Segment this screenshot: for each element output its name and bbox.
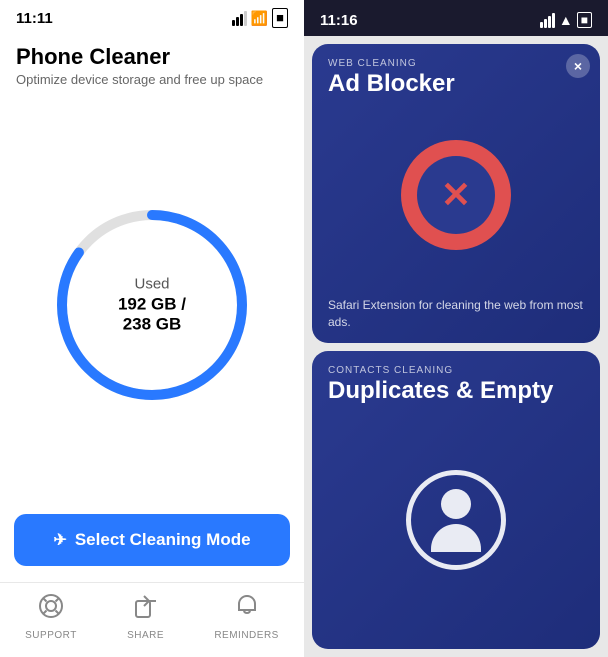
- ad-blocker-card[interactable]: × WEB CLEANING Ad Blocker ✕ Safari Exten…: [312, 44, 600, 343]
- ad-blocker-outer-ring: ✕: [401, 140, 511, 250]
- wifi-icon: 📶: [251, 10, 268, 27]
- ad-blocker-inner-ring: ✕: [417, 156, 495, 234]
- duplicates-title: Duplicates & Empty: [328, 378, 584, 404]
- storage-circle: Used 192 GB / 238 GB: [52, 205, 252, 405]
- wifi-icon-right: ▲: [559, 12, 573, 28]
- storage-values: 192 GB / 238 GB: [102, 294, 202, 334]
- battery-icon: ■: [272, 8, 288, 28]
- nav-item-reminders[interactable]: REMINDERS: [214, 593, 279, 641]
- signal-icon-right: [540, 13, 555, 28]
- battery-icon-right: ■: [577, 12, 592, 28]
- contact-head: [441, 489, 471, 519]
- cards-container: × WEB CLEANING Ad Blocker ✕ Safari Exten…: [304, 36, 608, 657]
- circle-text: Used 192 GB / 238 GB: [102, 275, 202, 334]
- status-time-right: 11:16: [320, 12, 358, 29]
- bottom-nav: SUPPORT SHARE REMINDERS: [0, 582, 304, 657]
- ad-blocker-category: WEB CLEANING: [328, 58, 584, 69]
- left-panel: 11:11 📶 ■ Phone Cleaner Optimize device …: [0, 0, 304, 657]
- storage-circle-container: Used 192 GB / 238 GB: [0, 95, 304, 514]
- reminders-label: REMINDERS: [214, 630, 279, 641]
- select-cleaning-mode-button[interactable]: ✈ Select Cleaning Mode: [14, 514, 290, 566]
- status-icons-left: 📶 ■: [232, 8, 288, 28]
- nav-item-support[interactable]: SUPPORT: [25, 593, 77, 641]
- contact-icon-wrapper: [406, 470, 506, 570]
- reminders-icon: [234, 593, 260, 626]
- duplicates-category: CONTACTS CLEANING: [328, 365, 584, 376]
- status-time-left: 11:11: [16, 10, 53, 27]
- ad-blocker-x-icon: ✕: [441, 177, 471, 213]
- duplicates-card[interactable]: CONTACTS CLEANING Duplicates & Empty: [312, 351, 600, 650]
- signal-icon: [232, 11, 247, 26]
- support-icon: [38, 593, 64, 626]
- support-label: SUPPORT: [25, 630, 77, 641]
- select-btn-label: Select Cleaning Mode: [75, 530, 251, 550]
- duplicates-icon-area: [328, 404, 584, 637]
- ad-blocker-description: Safari Extension for cleaning the web fr…: [328, 297, 584, 331]
- app-title: Phone Cleaner: [16, 44, 288, 70]
- ad-blocker-title: Ad Blocker: [328, 71, 584, 97]
- contact-body: [431, 524, 481, 552]
- close-button[interactable]: ×: [566, 54, 590, 78]
- share-label: SHARE: [127, 630, 164, 641]
- used-label: Used: [102, 275, 202, 292]
- select-btn-icon: ✈: [53, 530, 66, 550]
- nav-item-share[interactable]: SHARE: [127, 593, 164, 641]
- contact-person-icon: [431, 489, 481, 552]
- duplicates-card-content: CONTACTS CLEANING Duplicates & Empty: [312, 351, 600, 650]
- app-subtitle: Optimize device storage and free up spac…: [16, 72, 288, 87]
- ad-blocker-card-content: WEB CLEANING Ad Blocker ✕ Safari Extensi…: [312, 44, 600, 343]
- status-bar-left: 11:11 📶 ■: [0, 0, 304, 32]
- share-icon: [133, 593, 159, 626]
- right-panel: 11:16 ▲ ■ × WEB CLEANING Ad Blocker: [304, 0, 608, 657]
- status-bar-right: 11:16 ▲ ■: [304, 0, 608, 36]
- status-icons-right: ▲ ■: [540, 12, 592, 28]
- ad-blocker-icon-area: ✕: [328, 97, 584, 293]
- app-header: Phone Cleaner Optimize device storage an…: [0, 32, 304, 95]
